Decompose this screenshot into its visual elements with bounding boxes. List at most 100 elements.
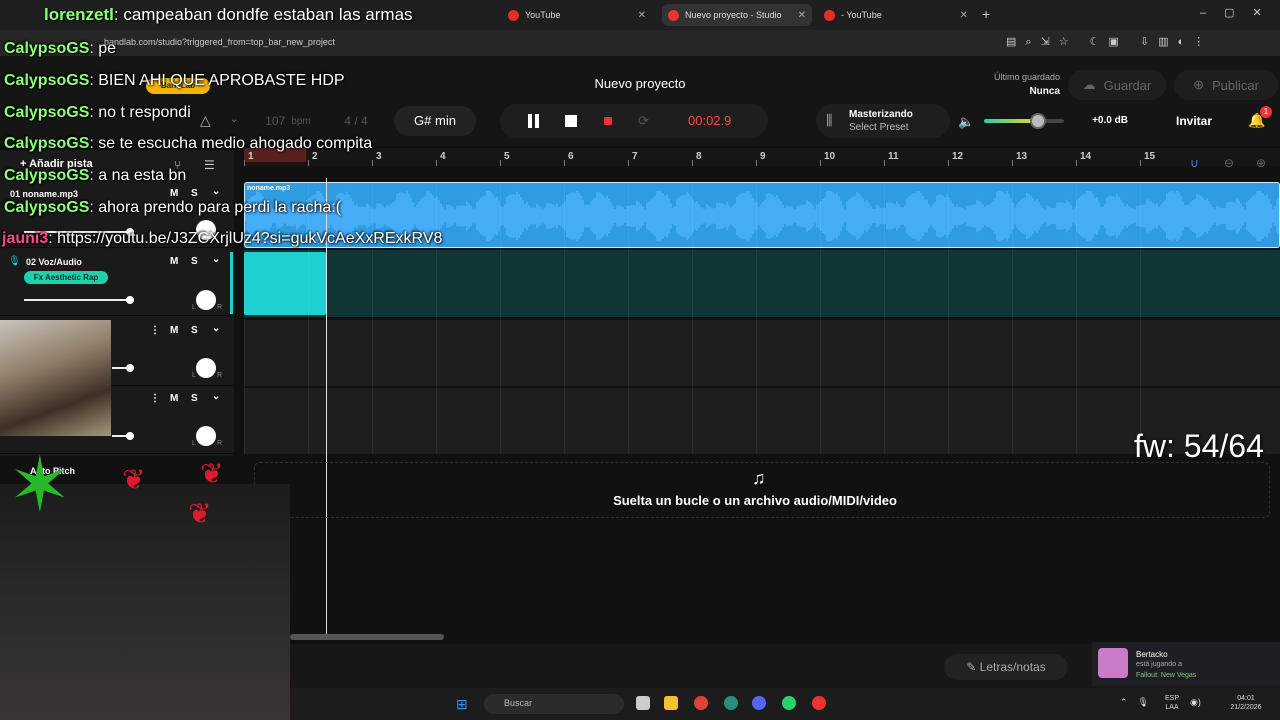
zoom-in-icon[interactable]: ⊕ <box>1256 156 1266 170</box>
more-icon[interactable]: ⋮ <box>150 325 160 336</box>
pan-knob[interactable] <box>196 358 216 378</box>
sliders-icon: ⫼ <box>826 112 833 128</box>
chat-line: jauni3: https://youtu.be/J3ZCXrjlUz4?si=… <box>2 230 443 247</box>
grid-line <box>1140 182 1141 454</box>
more-icon[interactable]: ⋮ <box>150 393 160 404</box>
invite-button[interactable]: Invitar <box>1176 114 1212 128</box>
stop-button[interactable] <box>565 115 577 127</box>
fw-counter: fw: 54/64 <box>1134 428 1264 464</box>
new-tab-button[interactable]: + <box>982 6 990 22</box>
track-lane-3[interactable] <box>244 320 1280 386</box>
mastering-title: Masterizando <box>849 109 913 120</box>
selected-track-indicator <box>230 252 233 314</box>
youtube-icon <box>508 9 519 21</box>
ruler-tick <box>500 160 501 166</box>
publish-button[interactable]: ⊕ Publicar <box>1174 70 1278 100</box>
stream-chat-top: lorenzetl: campeaban dondfe estaban las … <box>44 5 413 24</box>
folder-icon[interactable] <box>664 696 678 710</box>
close-icon[interactable]: ✕ <box>798 10 806 21</box>
grid-line <box>756 182 757 454</box>
windows-start-icon[interactable]: ⊞ <box>456 696 468 713</box>
close-icon[interactable]: ✕ <box>638 10 646 21</box>
task-view-icon[interactable] <box>636 696 650 710</box>
whatsapp-icon[interactable] <box>782 696 796 710</box>
mute-button[interactable]: M <box>170 393 178 404</box>
track-lane-4[interactable] <box>244 388 1280 454</box>
horizontal-scrollbar[interactable] <box>290 634 444 640</box>
save-button[interactable]: ☁ Guardar <box>1068 70 1166 100</box>
speaker-icon[interactable]: 🔈 <box>958 114 974 130</box>
volume-knob[interactable] <box>126 364 134 372</box>
pan-knob[interactable] <box>196 290 216 310</box>
pan-label: L <box>192 304 196 311</box>
fx-preset-badge[interactable]: Fx Aesthetic Rap <box>24 271 108 284</box>
notification-game: Fallout: New Vegas <box>1136 672 1197 679</box>
chrome-icon[interactable] <box>694 696 708 710</box>
grid-line <box>1012 182 1013 454</box>
notification-name: Bertacko <box>1136 650 1168 659</box>
zoom-out-icon[interactable]: ⊖ <box>1224 156 1234 170</box>
music-note-icon: ♫ <box>752 468 766 488</box>
wifi-sound-icon[interactable]: ◉) <box>1190 697 1201 708</box>
volume-knob[interactable] <box>126 296 134 304</box>
browser-icon[interactable] <box>724 696 738 710</box>
loop-icon[interactable]: ⟳ <box>638 113 649 129</box>
master-volume-knob[interactable] <box>1030 113 1046 129</box>
volume-slider[interactable] <box>24 299 130 301</box>
track-lane-2[interactable] <box>244 250 1280 317</box>
solo-button[interactable]: S <box>191 256 198 267</box>
mic-icon: 🎙 <box>8 256 21 267</box>
grid-line <box>628 182 629 454</box>
ruler-tick <box>1012 160 1013 166</box>
window-controls[interactable]: –▢✕ <box>1200 6 1280 19</box>
solo-button[interactable]: S <box>191 393 198 404</box>
pause-button[interactable] <box>526 113 542 129</box>
bandlab-icon <box>668 9 679 21</box>
ruler-tick <box>948 160 949 166</box>
magnet-icon[interactable]: ∪ <box>1190 156 1199 170</box>
notification-text: está jugando a <box>1136 661 1182 668</box>
ruler-bar-number: 12 <box>952 151 964 162</box>
project-title[interactable]: Nuevo proyecto <box>560 76 720 91</box>
tab-youtube[interactable]: YouTube ✕ <box>502 4 652 26</box>
ruler-bar-number: 10 <box>824 151 836 162</box>
chat-line: CalypsoGS: a na esta bn <box>4 167 187 184</box>
mastering-preset[interactable]: Select Preset <box>849 122 908 133</box>
chevron-down-icon[interactable]: ⌄ <box>212 391 220 402</box>
mute-button[interactable]: M <box>170 325 178 336</box>
tray-icons[interactable]: ⌃🎙 <box>1120 697 1159 708</box>
cloud-icon: ☁ <box>1082 77 1096 92</box>
chat-line: CalypsoGS: pe <box>4 40 117 57</box>
ruler-tick <box>308 160 309 166</box>
ruler-bar-number: 15 <box>1144 151 1156 162</box>
tab-youtube-2[interactable]: - YouTube ✕ <box>818 4 974 26</box>
clock[interactable]: 04:01 21/2/2026 <box>1222 694 1270 712</box>
track-name[interactable]: 02 Voz/Audio <box>26 257 82 267</box>
browser-toolbar-icons[interactable]: ▤⌕⇲☆ ☾▣ ⇩▥◐⋮ <box>1006 35 1213 49</box>
volume-knob[interactable] <box>126 432 134 440</box>
chat-line: CalypsoGS: BIEN AHI QUE APROBASTE HDP <box>4 72 345 89</box>
chevron-down-icon[interactable]: ⌄ <box>212 254 220 265</box>
volume-db-readout: +0.0 dB <box>1092 115 1128 126</box>
pan-knob[interactable] <box>196 426 216 446</box>
record-button[interactable] <box>604 117 612 125</box>
mute-button[interactable]: M <box>170 256 178 267</box>
close-icon[interactable]: ✕ <box>960 10 968 21</box>
recorded-clip[interactable] <box>244 252 326 315</box>
lyrics-notes-button[interactable]: ✎ Letras/notas <box>944 654 1068 680</box>
solo-button[interactable]: S <box>191 325 198 336</box>
ruler-bar-number: 4 <box>440 151 446 162</box>
discord-icon[interactable] <box>752 696 766 710</box>
language-indicator[interactable]: ESP LAA <box>1160 694 1184 712</box>
notification-badge: 1 <box>1260 106 1272 118</box>
chevron-down-icon[interactable]: ⌄ <box>212 323 220 334</box>
taskbar-search[interactable]: Buscar <box>484 694 624 714</box>
tab-studio[interactable]: Nuevo proyecto - Studio ✕ <box>662 4 812 26</box>
app-icon[interactable] <box>812 696 826 710</box>
ruler-bar-number: 6 <box>568 151 574 162</box>
timecode: 00:02.9 <box>688 113 732 128</box>
ruler-bar-number: 8 <box>696 151 702 162</box>
avatar <box>1098 648 1128 678</box>
ruler-tick <box>628 160 629 166</box>
master-volume-slider[interactable] <box>984 119 1064 123</box>
